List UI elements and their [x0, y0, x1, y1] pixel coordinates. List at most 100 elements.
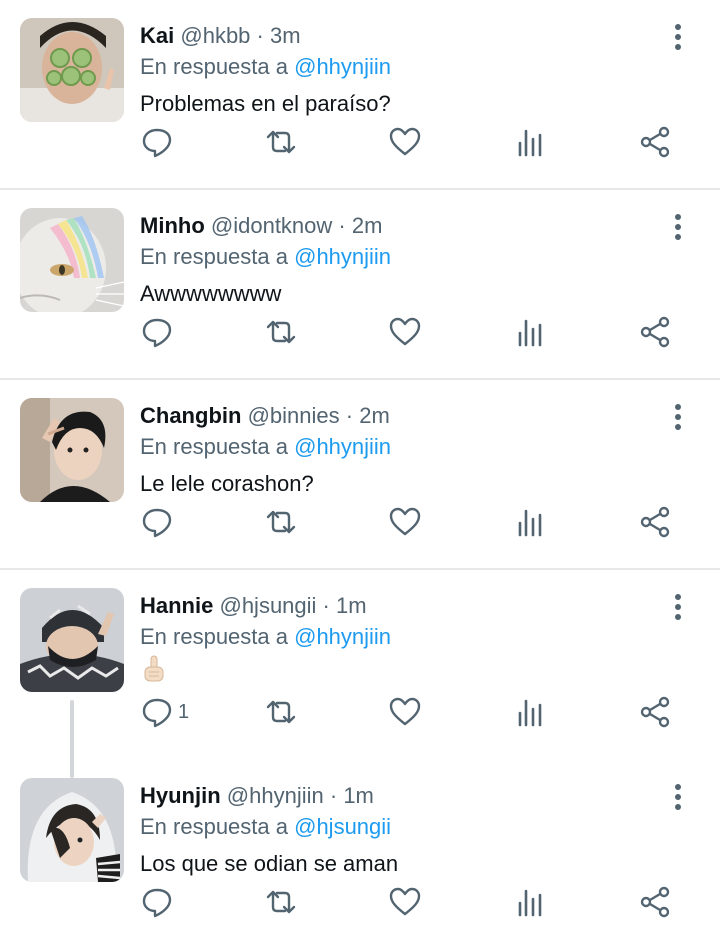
tweet-card[interactable]: Hyunjin @hhynjiin · 1m En respuesta a @h… — [0, 760, 720, 945]
reply-mention-link[interactable]: @hhynjiin — [294, 244, 391, 269]
separator-dot: · — [345, 403, 354, 428]
retweet-arrows-icon — [266, 320, 296, 344]
reply-mention-link[interactable]: @hhynjiin — [294, 434, 391, 459]
reply-prefix: En respuesta a — [140, 54, 288, 79]
avatar[interactable] — [20, 588, 124, 692]
reply-button[interactable] — [140, 312, 178, 352]
reply-context: En respuesta a @hhynjiin — [140, 243, 391, 271]
tweet-text: Awwwwwwww — [140, 281, 282, 306]
retweet-button[interactable] — [264, 122, 298, 162]
user-handle[interactable]: @hkbb — [180, 23, 250, 48]
separator-dot: · — [329, 783, 338, 808]
tweet-card[interactable]: Kai @hkbb · 3m En respuesta a @hhynjiin … — [0, 0, 720, 190]
timestamp[interactable]: 2m — [359, 403, 390, 428]
retweet-arrows-icon — [266, 700, 296, 724]
tweet-header: Changbin @binnies · 2m — [140, 402, 390, 430]
speech-bubble-icon — [142, 888, 172, 918]
reply-context: En respuesta a @hhynjiin — [140, 53, 391, 81]
user-handle[interactable]: @binnies — [248, 403, 340, 428]
analytics-button[interactable] — [513, 502, 547, 542]
bar-chart-icon — [518, 319, 542, 347]
display-name[interactable]: Minho — [140, 213, 205, 238]
timestamp[interactable]: 3m — [270, 23, 301, 48]
display-name[interactable]: Hannie — [140, 593, 213, 618]
reply-button[interactable] — [140, 122, 178, 162]
vertical-ellipsis-icon — [675, 594, 681, 620]
share-nodes-icon — [640, 126, 670, 158]
reply-context: En respuesta a @hhynjiin — [140, 433, 391, 461]
avatar-image — [20, 778, 124, 882]
tweet-actions: 1 — [0, 692, 720, 732]
vertical-ellipsis-icon — [675, 24, 681, 50]
tweet-header: Minho @idontknow · 2m — [140, 212, 382, 240]
tweet-card[interactable]: Hannie @hjsungii · 1m En respuesta a @hh… — [0, 570, 720, 760]
share-nodes-icon — [640, 316, 670, 348]
like-button[interactable] — [388, 502, 422, 542]
user-handle[interactable]: @hjsungii — [219, 593, 316, 618]
tweet-actions — [0, 502, 720, 542]
reply-context: En respuesta a @hjsungii — [140, 813, 391, 841]
analytics-button[interactable] — [513, 312, 547, 352]
share-button[interactable] — [638, 122, 672, 162]
retweet-arrows-icon — [266, 890, 296, 914]
more-options-button[interactable] — [668, 402, 688, 432]
reply-button[interactable] — [140, 882, 178, 922]
avatar[interactable] — [20, 778, 124, 882]
tweet-actions — [0, 312, 720, 352]
retweet-button[interactable] — [264, 692, 298, 732]
heart-icon — [389, 317, 421, 346]
like-button[interactable] — [388, 882, 422, 922]
reply-prefix: En respuesta a — [140, 624, 288, 649]
retweet-button[interactable] — [264, 882, 298, 922]
tweet-text: Los que se odian se aman — [140, 851, 399, 876]
more-options-button[interactable] — [668, 592, 688, 622]
reply-mention-link[interactable]: @hjsungii — [294, 814, 391, 839]
reply-context: En respuesta a @hhynjiin — [140, 623, 391, 651]
analytics-button[interactable] — [513, 692, 547, 732]
retweet-button[interactable] — [264, 502, 298, 542]
tweet-card[interactable]: Minho @idontknow · 2m En respuesta a @hh… — [0, 190, 720, 380]
tweet-card[interactable]: Changbin @binnies · 2m En respuesta a @h… — [0, 380, 720, 570]
reply-button[interactable]: 1 — [140, 692, 189, 732]
reply-button[interactable] — [140, 502, 178, 542]
display-name[interactable]: Hyunjin — [140, 783, 221, 808]
like-button[interactable] — [388, 122, 422, 162]
retweet-button[interactable] — [264, 312, 298, 352]
reply-mention-link[interactable]: @hhynjiin — [294, 54, 391, 79]
more-options-button[interactable] — [668, 212, 688, 242]
bar-chart-icon — [518, 889, 542, 917]
user-handle[interactable]: @hhynjiin — [227, 783, 324, 808]
analytics-button[interactable] — [513, 122, 547, 162]
more-options-button[interactable] — [668, 782, 688, 812]
retweet-arrows-icon — [266, 130, 296, 154]
reply-mention-link[interactable]: @hhynjiin — [294, 624, 391, 649]
timestamp[interactable]: 1m — [343, 783, 374, 808]
avatar[interactable] — [20, 208, 124, 312]
analytics-button[interactable] — [513, 882, 547, 922]
vertical-ellipsis-icon — [675, 784, 681, 810]
heart-icon — [389, 127, 421, 156]
more-options-button[interactable] — [668, 22, 688, 52]
display-name[interactable]: Changbin — [140, 403, 241, 428]
share-button[interactable] — [638, 692, 672, 732]
reply-prefix: En respuesta a — [140, 814, 288, 839]
share-button[interactable] — [638, 312, 672, 352]
share-button[interactable] — [638, 882, 672, 922]
like-button[interactable] — [388, 312, 422, 352]
like-button[interactable] — [388, 692, 422, 732]
separator-dot: · — [338, 213, 346, 238]
avatar[interactable] — [20, 18, 124, 122]
user-handle[interactable]: @idontknow — [211, 213, 332, 238]
share-button[interactable] — [638, 502, 672, 542]
tweet-header: Hannie @hjsungii · 1m — [140, 592, 367, 620]
reply-prefix: En respuesta a — [140, 434, 288, 459]
tweet-header: Hyunjin @hhynjiin · 1m — [140, 782, 374, 810]
tweet-feed: Kai @hkbb · 3m En respuesta a @hhynjiin … — [0, 0, 720, 945]
heart-icon — [389, 507, 421, 536]
share-nodes-icon — [640, 506, 670, 538]
timestamp[interactable]: 2m — [352, 213, 383, 238]
avatar[interactable] — [20, 398, 124, 502]
timestamp[interactable]: 1m — [336, 593, 367, 618]
display-name[interactable]: Kai — [140, 23, 174, 48]
speech-bubble-icon — [142, 698, 172, 728]
